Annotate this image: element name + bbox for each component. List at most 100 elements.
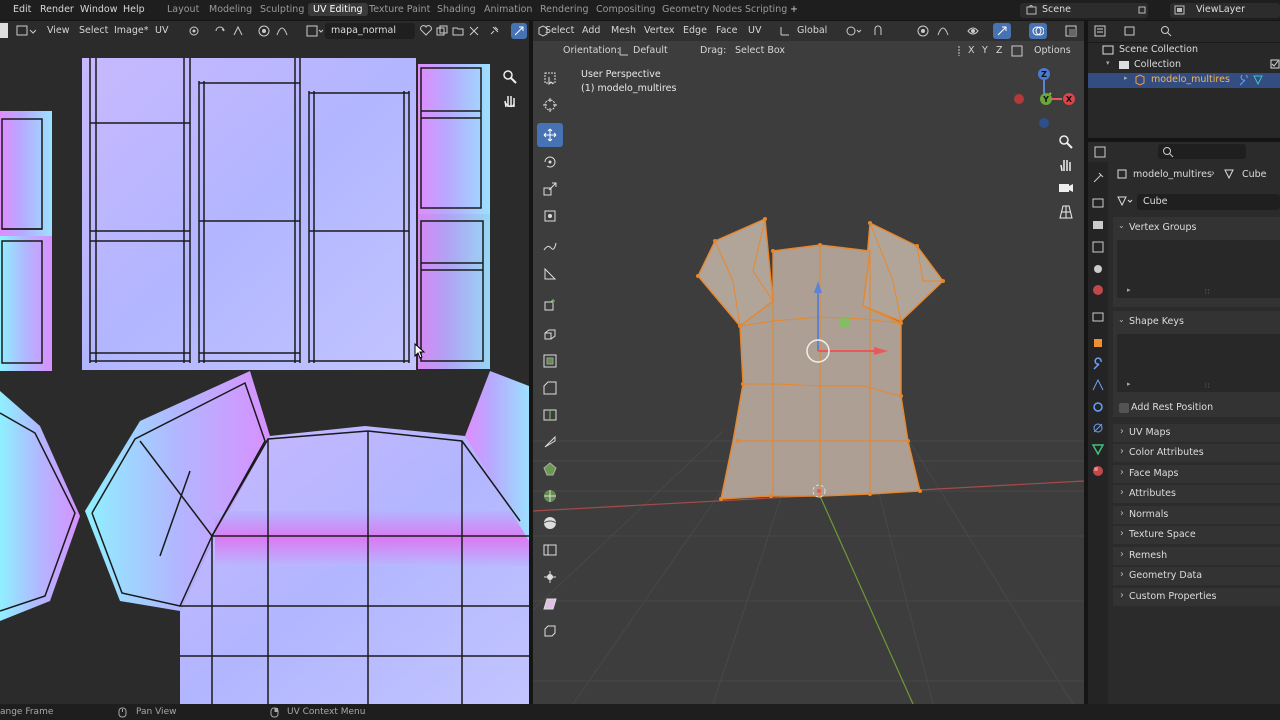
tab-compositing[interactable]: Compositing — [596, 4, 656, 15]
shape-keys-list-expand-icon[interactable]: ▸ — [1127, 380, 1131, 388]
menu-render[interactable]: Render — [40, 4, 74, 15]
open-image-icon[interactable] — [452, 25, 464, 37]
attributes-panel[interactable]: › Attributes — [1113, 485, 1280, 503]
vp-menu-uv[interactable]: UV — [748, 25, 761, 36]
pivot-icon[interactable] — [188, 25, 202, 37]
mesh-browse-icon[interactable] — [1117, 196, 1133, 206]
shape-keys-header[interactable]: Shape Keys — [1129, 316, 1184, 327]
snapping-icon[interactable] — [873, 25, 891, 37]
uv-menu-select[interactable]: Select — [79, 25, 108, 36]
mirror-axis-y[interactable]: Y — [982, 45, 988, 56]
collection-tab-icon[interactable] — [1091, 310, 1105, 324]
vertex-groups-collapse-icon[interactable]: ⌄ — [1118, 221, 1125, 230]
vp-menu-select[interactable]: Select — [545, 25, 574, 36]
image-browse-icon[interactable] — [306, 25, 324, 37]
uv-layout-canvas[interactable] — [0, 41, 529, 704]
world-tab-icon[interactable] — [1091, 283, 1105, 297]
tab-geometry-nodes[interactable]: Geometry Nodes — [662, 4, 742, 15]
mirror-icon[interactable] — [954, 46, 964, 56]
modifier-wrench-icon[interactable] — [1238, 75, 1250, 87]
inset-tool[interactable] — [537, 349, 563, 373]
measure-tool[interactable] — [537, 262, 563, 286]
tab-layout[interactable]: Layout — [167, 4, 199, 15]
uv-menu-uv[interactable]: UV — [155, 25, 168, 36]
xray-icon[interactable] — [1065, 25, 1079, 37]
shrink-fatten-tool[interactable] — [537, 565, 563, 589]
gizmo-plane-handle[interactable] — [840, 318, 849, 327]
tab-modeling[interactable]: Modeling — [209, 4, 252, 15]
add-workspace-button[interactable]: + — [790, 4, 798, 15]
remesh-panel[interactable]: › Remesh — [1113, 547, 1280, 565]
pin-icon[interactable] — [488, 25, 500, 37]
orientation-value[interactable]: Default — [633, 45, 668, 56]
vp-menu-edge[interactable]: Edge — [683, 25, 707, 36]
uv-maps-panel[interactable]: › UV Maps — [1113, 424, 1280, 442]
bevel-tool[interactable] — [537, 376, 563, 400]
auto-merge-icon[interactable] — [1011, 45, 1023, 57]
view-layer-tab-icon[interactable] — [1091, 240, 1105, 254]
viewport-3d[interactable]: Z Y X Orientation: Default Drag: Select … — [533, 41, 1084, 704]
shear-tool[interactable] — [537, 592, 563, 616]
shape-keys-resize-grip-icon[interactable]: ∷ — [1205, 382, 1209, 390]
edge-slide-tool[interactable] — [537, 538, 563, 562]
spin-tool[interactable] — [537, 484, 563, 508]
texture-space-panel[interactable]: › Texture Space — [1113, 526, 1280, 544]
tab-sculpting[interactable]: Sculpting — [260, 4, 304, 15]
face-maps-panel[interactable]: › Face Maps — [1113, 465, 1280, 483]
vertex-groups-list[interactable]: ▸ ∷ — [1117, 240, 1280, 298]
proportional-edit-icon[interactable] — [258, 25, 272, 37]
viewport-scene[interactable]: Z Y X — [533, 41, 1084, 704]
vp-menu-vertex[interactable]: Vertex — [644, 25, 675, 36]
object-tab-icon[interactable] — [1091, 336, 1105, 350]
select-box-tool[interactable] — [537, 66, 563, 90]
annotate-tool[interactable] — [537, 235, 563, 259]
outliner-scene-collection[interactable]: Scene Collection — [1119, 44, 1198, 55]
outliner-row-modelo-multires[interactable]: ▸ modelo_multires — [1088, 73, 1280, 88]
outliner-object-name[interactable]: modelo_multires — [1151, 74, 1230, 85]
menu-edit[interactable]: Edit — [13, 4, 31, 15]
tab-texture-paint[interactable]: Texture Paint — [369, 4, 430, 15]
physics-tab-icon[interactable] — [1091, 400, 1105, 414]
uv-pan-hand-icon[interactable] — [502, 93, 518, 109]
vertex-groups-list-expand-icon[interactable]: ▸ — [1127, 286, 1131, 294]
overlays-toggle[interactable] — [1029, 23, 1047, 39]
extrude-tool[interactable] — [537, 322, 563, 346]
add-cube-tool[interactable] — [537, 293, 563, 317]
display-mode-icon[interactable] — [1124, 25, 1144, 37]
falloff-icon[interactable] — [276, 25, 290, 37]
uv-sticky-icon[interactable] — [232, 25, 246, 37]
mirror-axis-z[interactable]: Z — [996, 45, 1003, 56]
shape-keys-list[interactable]: ▸ ∷ — [1117, 334, 1280, 392]
rip-region-tool[interactable] — [537, 619, 563, 643]
tab-shading[interactable]: Shading — [437, 4, 476, 15]
outliner-search-icon[interactable] — [1160, 25, 1172, 37]
transform-orientation-value[interactable]: Global — [797, 25, 827, 36]
uv-select-mode-indicator[interactable] — [0, 23, 8, 38]
vertex-groups-resize-grip-icon[interactable]: ∷ — [1205, 288, 1209, 296]
visibility-icon[interactable] — [967, 25, 987, 37]
transform-orientation-icon[interactable] — [779, 25, 791, 37]
viewport-zoom-icon[interactable] — [1058, 134, 1074, 150]
vp-menu-add[interactable]: Add — [582, 25, 600, 36]
viewport-pan-hand-icon[interactable] — [1058, 157, 1074, 173]
mirror-axis-x[interactable]: X — [968, 45, 975, 56]
collection-checkbox-icon[interactable] — [1270, 59, 1280, 71]
editor-type-icon[interactable] — [16, 24, 36, 38]
properties-search-field[interactable] — [1158, 144, 1246, 159]
smooth-tool[interactable] — [537, 511, 563, 535]
properties-editor-type-icon[interactable] — [1094, 146, 1114, 158]
vp-menu-face[interactable]: Face — [716, 25, 737, 36]
move-tool[interactable] — [537, 123, 563, 147]
vp-menu-mesh[interactable]: Mesh — [611, 25, 636, 36]
outliner-collection[interactable]: Collection — [1134, 59, 1181, 70]
gizmo-toggle[interactable] — [993, 23, 1011, 39]
menu-window[interactable]: Window — [80, 4, 117, 15]
options-dropdown[interactable]: Options — [1034, 45, 1071, 56]
menu-help[interactable]: Help — [123, 4, 145, 15]
collection-expand-icon[interactable]: ▾ — [1106, 59, 1110, 67]
tab-scripting[interactable]: Scripting — [745, 4, 787, 15]
uv-menu-image[interactable]: Image* — [114, 25, 149, 36]
duplicate-image-icon[interactable] — [436, 25, 448, 37]
mesh-data-icon[interactable] — [1252, 74, 1264, 86]
sync-selection-icon[interactable] — [214, 25, 228, 37]
